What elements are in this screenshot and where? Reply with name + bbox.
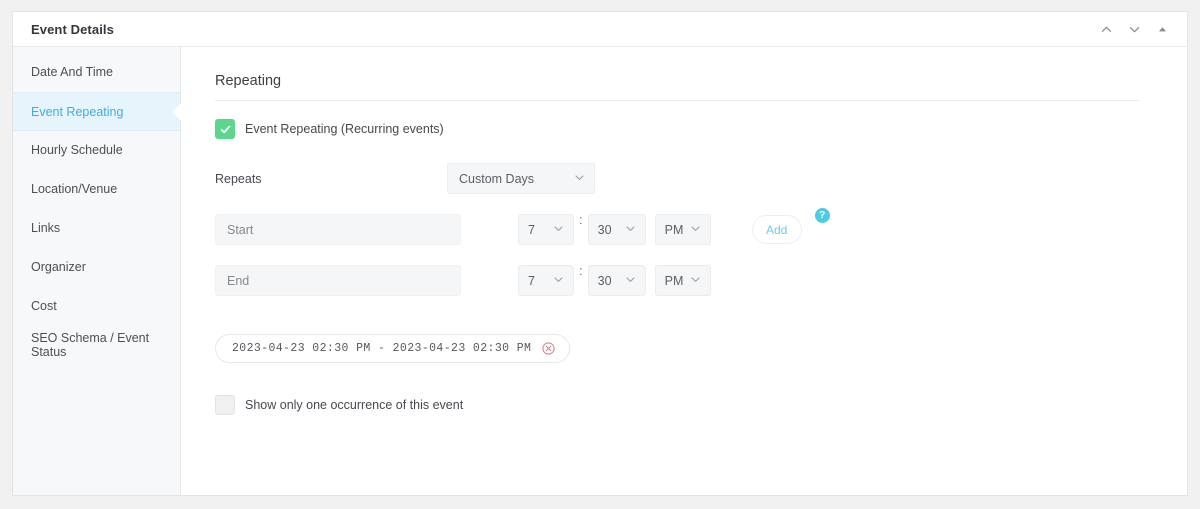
start-date-input[interactable]	[215, 214, 461, 245]
sidebar-item-label: Event Repeating	[31, 104, 124, 119]
chevron-down-icon	[625, 274, 636, 288]
move-down-icon[interactable]	[1121, 17, 1147, 43]
event-repeating-checkbox[interactable]	[215, 119, 235, 139]
event-details-panel: Event Details Date And Time Event Repeat…	[12, 11, 1188, 496]
sidebar-item-organizer[interactable]: Organizer	[13, 248, 180, 287]
help-icon[interactable]: ?	[814, 208, 830, 223]
section-divider	[215, 100, 1139, 101]
date-range-chip-text: 2023-04-23 02:30 PM - 2023-04-23 02:30 P…	[232, 342, 532, 355]
sidebar-item-event-repeating[interactable]: Event Repeating	[13, 92, 180, 131]
toggle-panel-icon[interactable]	[1149, 17, 1175, 43]
show-one-occurrence-row[interactable]: Show only one occurrence of this event	[215, 395, 1165, 415]
time-separator: :	[579, 263, 583, 278]
chevron-down-icon	[553, 223, 564, 237]
sidebar-item-date-and-time[interactable]: Date And Time	[13, 53, 180, 92]
show-one-occurrence-label: Show only one occurrence of this event	[245, 398, 464, 412]
end-meridiem-select[interactable]: PM	[654, 265, 711, 296]
section-title: Repeating	[215, 73, 282, 89]
sidebar-item-label: Cost	[31, 299, 57, 313]
sidebar-item-location-venue[interactable]: Location/Venue	[13, 170, 180, 209]
sidebar-item-seo-schema-event-status[interactable]: SEO Schema / Event Status	[13, 326, 180, 365]
sidebar-item-label: SEO Schema / Event Status	[31, 331, 150, 359]
repeats-row: Repeats Custom Days	[215, 163, 1165, 194]
end-row: 7 : 30	[215, 263, 1165, 296]
event-repeating-checkbox-row[interactable]: Event Repeating (Recurring events)	[215, 119, 1165, 139]
end-hour-select[interactable]: 7	[518, 265, 574, 296]
start-meridiem-value: PM	[664, 222, 684, 237]
start-row: 7 : 30	[215, 208, 1165, 245]
repeats-select-value: Custom Days	[459, 171, 535, 186]
show-one-occurrence-checkbox[interactable]	[215, 395, 235, 415]
sidebar-item-cost[interactable]: Cost	[13, 287, 180, 326]
chevron-down-icon	[690, 223, 701, 237]
screen: Event Details Date And Time Event Repeat…	[0, 0, 1200, 509]
date-range-chip[interactable]: 2023-04-23 02:30 PM - 2023-04-23 02:30 P…	[215, 334, 571, 363]
start-hour-value: 7	[528, 222, 535, 237]
end-time-group: 7 : 30 PM	[518, 263, 711, 296]
start-minute-value: 30	[597, 222, 612, 237]
start-meridiem-select[interactable]: PM	[654, 214, 711, 245]
add-button[interactable]: Add	[751, 215, 802, 244]
sidebar-item-label: Organizer	[31, 260, 86, 274]
end-meridiem-value: PM	[664, 273, 684, 288]
panel-header-actions	[1093, 12, 1175, 47]
sidebar-item-label: Date And Time	[31, 65, 113, 79]
start-minute-select[interactable]: 30	[587, 214, 646, 245]
sidebar-item-links[interactable]: Links	[13, 209, 180, 248]
chevron-down-icon	[1129, 27, 1139, 33]
time-separator: :	[579, 212, 583, 227]
repeating-settings-panel: Repeating Event Repeating (Recurring eve…	[181, 47, 1187, 495]
check-icon	[220, 125, 230, 133]
sidebar-item-label: Hourly Schedule	[31, 143, 123, 157]
end-date-input[interactable]	[215, 265, 461, 296]
end-minute-value: 30	[597, 273, 612, 288]
sidebar-item-hourly-schedule[interactable]: Hourly Schedule	[13, 131, 180, 170]
event-repeating-label: Event Repeating (Recurring events)	[245, 122, 444, 136]
panel-header: Event Details	[13, 12, 1187, 47]
chevron-down-icon	[690, 274, 701, 288]
sidebar-item-label: Location/Venue	[31, 182, 118, 196]
panel-body: Date And Time Event Repeating Hourly Sch…	[13, 47, 1187, 495]
date-range-chip-list: 2023-04-23 02:30 PM - 2023-04-23 02:30 P…	[215, 334, 1165, 363]
end-minute-select[interactable]: 30	[587, 265, 646, 296]
move-up-icon[interactable]	[1093, 17, 1119, 43]
chevron-down-icon	[625, 223, 636, 237]
end-hour-value: 7	[528, 273, 535, 288]
repeats-select[interactable]: Custom Days	[447, 163, 595, 194]
start-hour-select[interactable]: 7	[518, 214, 574, 245]
start-time-group: 7 : 30 PM Add ?	[518, 208, 830, 245]
chevron-down-icon	[553, 274, 564, 288]
settings-sidebar: Date And Time Event Repeating Hourly Sch…	[13, 47, 181, 495]
sidebar-item-label: Links	[31, 221, 61, 235]
remove-chip-icon[interactable]	[542, 342, 556, 355]
chevron-up-icon	[1101, 26, 1111, 32]
repeats-label: Repeats	[215, 171, 262, 186]
panel-title: Event Details	[31, 21, 114, 37]
triangle-up-icon	[1158, 27, 1166, 32]
chevron-down-icon	[574, 172, 585, 186]
